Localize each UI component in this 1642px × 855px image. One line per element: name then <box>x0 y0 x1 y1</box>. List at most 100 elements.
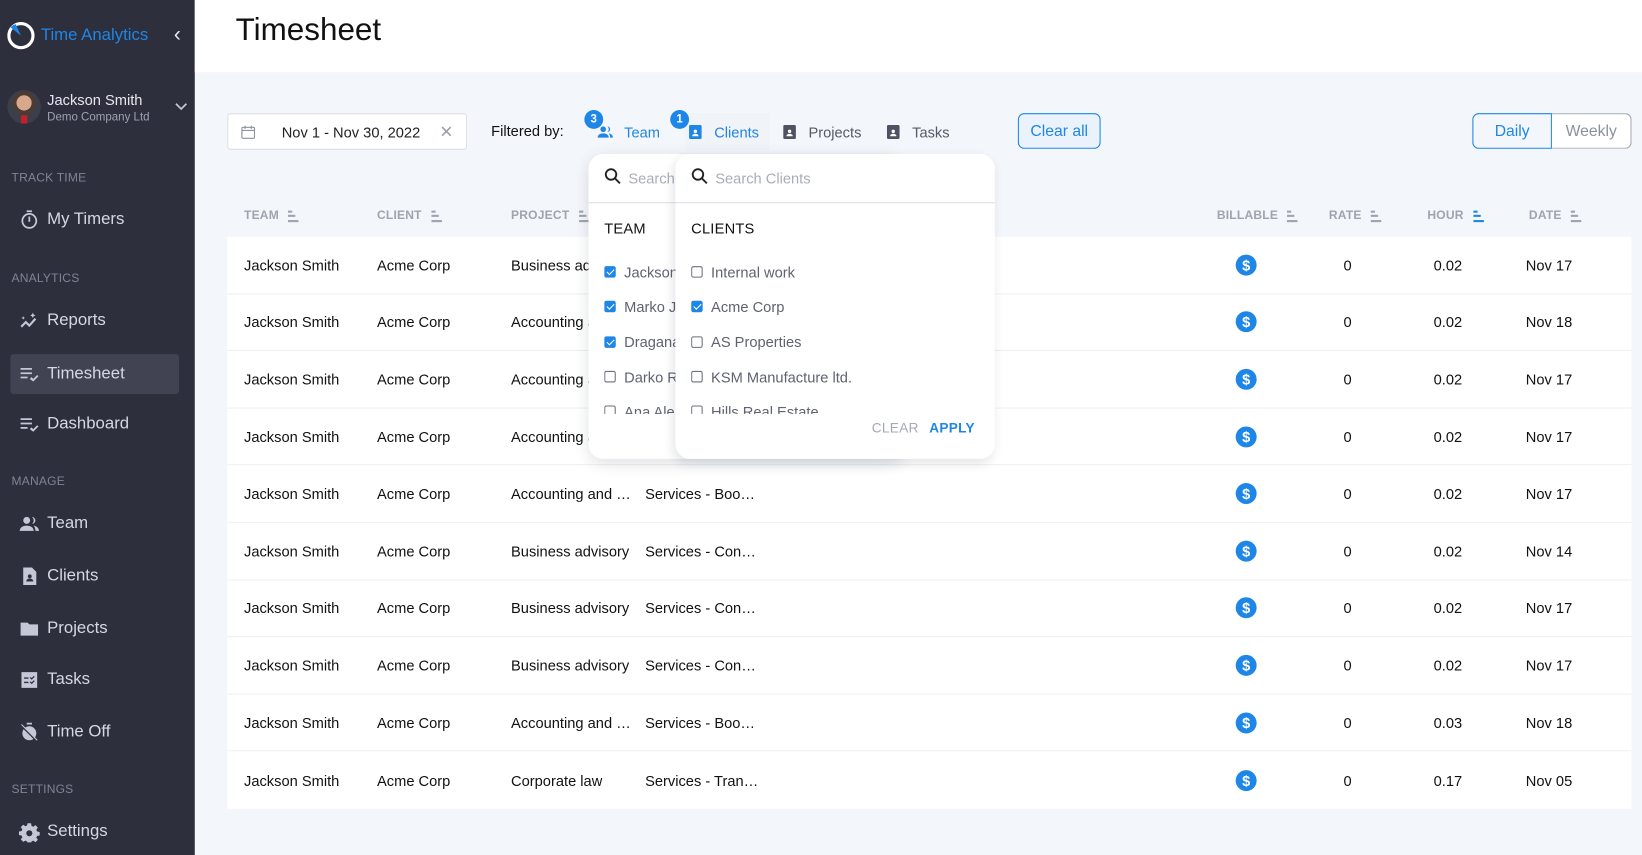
cell-client: Acme Corp <box>376 542 451 560</box>
calendar-icon <box>241 124 256 139</box>
checkbox-unchecked[interactable] <box>691 370 703 383</box>
filter-clients[interactable]: 1 Clients <box>670 110 770 150</box>
column-label: DATE <box>1528 209 1562 223</box>
clients-options-list[interactable]: Internal work Acme Corp AS Properties KSM M… <box>691 255 974 414</box>
checkbox-checked[interactable] <box>604 336 616 348</box>
cell-project: Business advisory <box>511 542 630 560</box>
column-header-billable[interactable]: BILLABLE <box>1217 210 1298 223</box>
checkbox-option[interactable]: Hills Real Estate <box>691 394 974 414</box>
sidebar-item-dashboard[interactable]: Dashboard <box>10 404 179 444</box>
sidebar-item-time-off[interactable]: Time Off <box>10 713 179 753</box>
clients-filter-dropdown: CLIENTS Internal work Acme Corp AS Propert… <box>675 154 995 459</box>
logo-icon <box>6 21 35 50</box>
cell-hour: 0.02 <box>1433 542 1463 560</box>
cell-task: Services - Transf… <box>645 771 763 789</box>
table-row[interactable]: Jackson Smith Acme Corp Business advisory S… <box>227 637 1632 695</box>
weekly-view-button[interactable]: Weekly <box>1551 113 1632 149</box>
clear-date-icon[interactable]: ✕ <box>439 121 453 142</box>
checkbox-option[interactable]: Internal work <box>691 255 974 290</box>
cell-project: Corporate law <box>511 771 603 789</box>
cell-client: Acme Corp <box>376 485 451 503</box>
billable-dollar-icon: $ <box>1235 426 1257 447</box>
date-range-picker[interactable]: Nov 1 - Nov 30, 2022 ✕ <box>227 113 468 150</box>
chevron-down-icon[interactable] <box>175 100 188 115</box>
clients-search-input[interactable] <box>715 169 946 187</box>
table-row[interactable]: Jackson Smith Acme Corp Corporate law Servi… <box>227 752 1631 809</box>
clear-filter-button[interactable]: CLEAR <box>872 420 919 436</box>
gear-icon <box>18 820 41 843</box>
filter-clients-label: Clients <box>714 123 760 140</box>
sort-icon[interactable] <box>1287 210 1298 223</box>
checkbox-unchecked[interactable] <box>691 266 703 278</box>
table-row[interactable]: Jackson Smith Acme Corp Accounting and … Se… <box>227 466 1632 523</box>
checkbox-checked[interactable] <box>604 301 616 313</box>
checkbox-unchecked[interactable] <box>604 370 616 383</box>
cell-client: Acme Corp <box>376 256 451 274</box>
checkbox-unchecked[interactable] <box>604 405 616 414</box>
cell-date: Nov 17 <box>1525 656 1573 674</box>
checkbox-checked[interactable] <box>691 301 703 313</box>
sidebar-item-clients[interactable]: Clients <box>10 556 179 596</box>
table-row[interactable]: Jackson Smith Acme Corp Business advisory S… <box>227 580 1632 638</box>
user-name: Jackson Smith <box>47 90 143 108</box>
checkbox-unchecked[interactable] <box>691 336 703 348</box>
sort-active-icon[interactable] <box>1473 210 1484 223</box>
team-filter-count-badge: 3 <box>584 110 604 129</box>
option-label: Marko J <box>624 298 677 316</box>
cell-client: Acme Corp <box>376 656 451 674</box>
checkbox-option[interactable]: AS Properties <box>691 324 974 359</box>
filter-projects[interactable]: Projects <box>781 113 861 150</box>
column-label: PROJECT <box>511 209 570 223</box>
column-label: BILLABLE <box>1216 209 1279 223</box>
cell-date: Nov 17 <box>1525 428 1573 445</box>
dashboard-icon <box>18 413 41 436</box>
collapse-sidebar-icon[interactable]: ‹ <box>174 23 181 47</box>
timesheet-icon <box>18 363 41 386</box>
cell-team: Jackson Smith <box>243 599 340 617</box>
checkbox-unchecked[interactable] <box>691 405 703 414</box>
cell-team: Jackson Smith <box>243 714 340 731</box>
column-header-client[interactable]: CLIENT <box>377 210 442 223</box>
cell-team: Jackson Smith <box>243 485 340 503</box>
cell-team: Jackson Smith <box>243 256 340 274</box>
cell-rate: 0 <box>1343 256 1352 274</box>
checkbox-checked[interactable] <box>604 266 616 278</box>
cell-team: Jackson Smith <box>243 656 340 674</box>
filter-team[interactable]: 3 Team <box>584 110 660 150</box>
table-row[interactable]: Jackson Smith Acme Corp Business advisory S… <box>227 523 1632 581</box>
sort-icon[interactable] <box>431 210 442 223</box>
cell-date: Nov 18 <box>1525 714 1573 731</box>
stopwatch-icon <box>18 209 41 232</box>
section-manage: MANAGE <box>11 475 65 489</box>
sort-icon[interactable] <box>288 210 299 223</box>
apply-filter-button[interactable]: APPLY <box>929 420 975 436</box>
sidebar-item-label: Clients <box>47 566 99 585</box>
user-menu[interactable]: Jackson Smith Demo Company Ltd <box>7 90 187 124</box>
sort-icon[interactable] <box>1571 210 1582 223</box>
daily-view-button[interactable]: Daily <box>1472 113 1552 149</box>
column-header-date[interactable]: DATE <box>1529 210 1582 223</box>
checkbox-option[interactable]: Acme Corp <box>691 290 974 325</box>
column-header-project[interactable]: PROJECT <box>511 209 590 223</box>
cell-rate: 0 <box>1343 656 1352 674</box>
search-icon <box>604 167 621 189</box>
sidebar-item-tasks[interactable]: Tasks <box>10 660 179 700</box>
checkbox-option[interactable]: KSM Manufacture ltd. <box>691 359 974 394</box>
table-row[interactable]: Jackson Smith Acme Corp Accounting and … Se… <box>227 694 1632 752</box>
option-label: AS Properties <box>711 333 802 351</box>
sidebar-item-team[interactable]: Team <box>10 504 179 544</box>
sidebar-item-my-timers[interactable]: My Timers <box>10 200 179 240</box>
clear-all-button[interactable]: Clear all <box>1017 113 1101 149</box>
brand[interactable]: Time Analytics <box>6 21 148 50</box>
cell-rate: 0 <box>1343 714 1352 731</box>
page-title: Timesheet <box>235 12 382 48</box>
sidebar-item-reports[interactable]: Reports <box>10 301 179 341</box>
column-header-hour[interactable]: HOUR <box>1427 210 1484 223</box>
column-header-rate[interactable]: RATE <box>1329 210 1382 223</box>
sidebar-item-projects[interactable]: Projects <box>10 609 179 649</box>
sidebar-item-settings[interactable]: Settings <box>10 812 179 852</box>
filter-tasks[interactable]: Tasks <box>885 113 950 150</box>
sort-icon[interactable] <box>1371 210 1382 223</box>
sidebar-item-timesheet[interactable]: Timesheet <box>10 354 180 394</box>
column-header-team[interactable]: TEAM <box>244 210 299 223</box>
